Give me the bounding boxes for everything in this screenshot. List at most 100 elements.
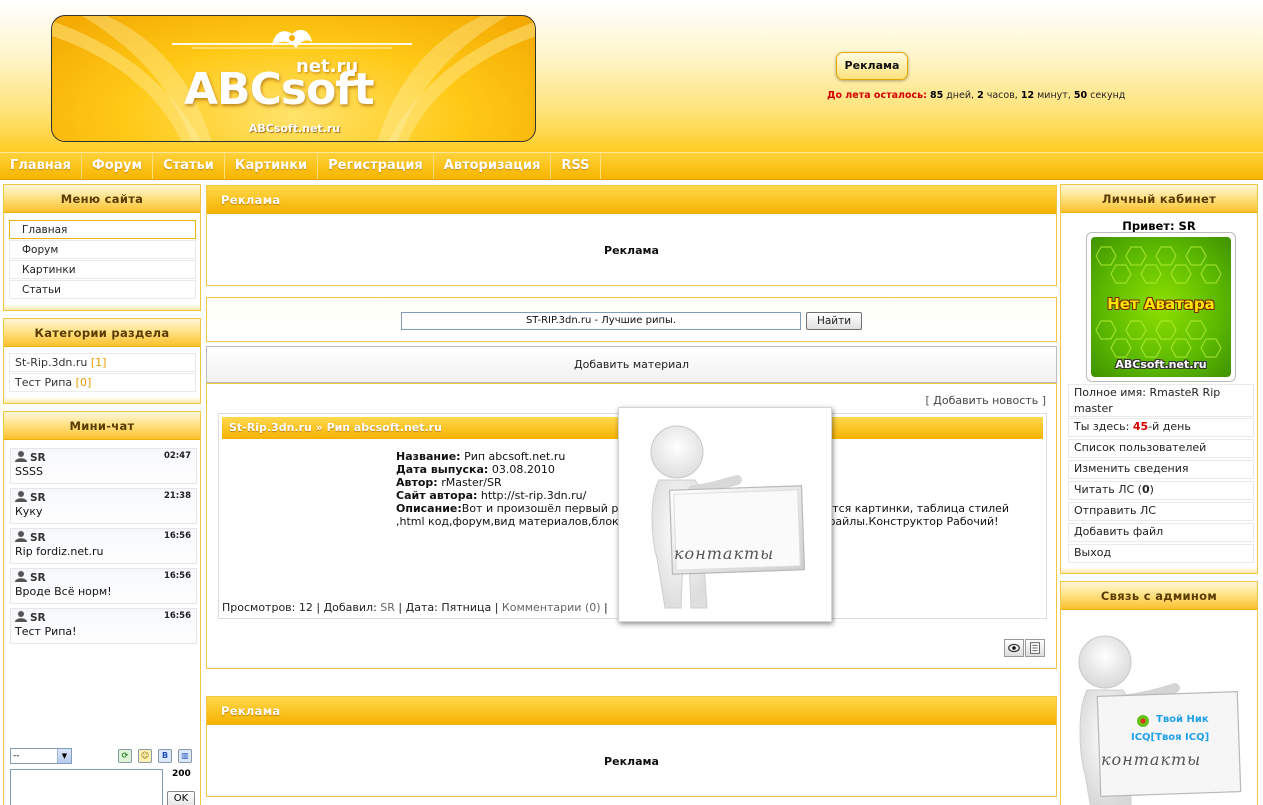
read-pm-label: Читать ЛС ( xyxy=(1074,483,1142,496)
category-count: [0] xyxy=(75,376,92,389)
add-news-label: Добавить новость xyxy=(933,394,1039,407)
entry-desc-line2-a: ,html код,форум,вид материалов,блок xyxy=(396,515,619,528)
chat-user[interactable]: SR xyxy=(15,491,46,504)
site-menu-item-forum[interactable]: Форум xyxy=(9,240,196,259)
categories-title: Категории раздела xyxy=(4,319,200,347)
cabinet-link-edit-profile[interactable]: Изменить сведения xyxy=(1068,460,1254,479)
cabinet-link-read-pm[interactable]: Читать ЛС (0) xyxy=(1068,481,1254,500)
views-label: Просмотров: xyxy=(222,601,296,614)
list-icon[interactable] xyxy=(1025,639,1045,657)
chat-message: SR 02:47 SSSS xyxy=(10,448,197,484)
chat-user[interactable]: SR xyxy=(15,531,46,544)
ad-top-title: Реклама xyxy=(207,186,1056,214)
read-pm-close: ) xyxy=(1149,483,1154,496)
entry-author-label: Автор: xyxy=(396,476,438,489)
popup-contacts-label: контакты xyxy=(674,544,775,563)
categories-list: St-Rip.3dn.ru [1] Тест Рипа [0] xyxy=(4,347,200,392)
chat-text: SSSS xyxy=(15,465,43,478)
entry-date-label: Дата выпуска: xyxy=(396,463,489,476)
nav-item-rss[interactable]: RSS xyxy=(551,153,601,179)
category-name: Тест Рипа xyxy=(15,376,73,389)
nav-item-forum[interactable]: Форум xyxy=(82,153,154,179)
search-input[interactable]: ST-RIP.3dn.ru - Лучшие рипы. xyxy=(401,312,801,330)
days-here-suffix: -й день xyxy=(1148,420,1191,433)
contact-admin-block: Связь с админом Твой Ник ICQ[Твоя ICQ] к… xyxy=(1060,581,1258,805)
site-menu-item-pictures[interactable]: Картинки xyxy=(9,260,196,279)
block-footer xyxy=(4,397,200,403)
user-icon xyxy=(15,451,27,462)
date2-value: Пятница xyxy=(441,601,492,614)
nav-item-home[interactable]: Главная xyxy=(0,153,82,179)
site-menu-item-home[interactable]: Главная xyxy=(9,220,196,239)
header-ad-button[interactable]: Реклама xyxy=(836,52,908,80)
site-menu-block: Меню сайта Главная Форум Картинки Статьи xyxy=(3,184,201,311)
entry-author-value: rMaster/SR xyxy=(441,476,502,489)
nav-item-articles[interactable]: Статьи xyxy=(153,153,225,179)
contacts-popup[interactable]: контакты xyxy=(618,407,832,622)
cabinet-days-here: Ты здесь: 45-й день xyxy=(1068,418,1254,437)
countdown-minutes-unit: минут, xyxy=(1037,90,1071,101)
site-menu-list: Главная Форум Картинки Статьи xyxy=(4,213,200,299)
chat-message-input[interactable] xyxy=(10,769,163,805)
avatar[interactable]: Нет Аватара ABCsoft.net.ru xyxy=(1086,232,1236,382)
entry-site-value[interactable]: http://st-rip.3dn.ru/ xyxy=(481,489,586,502)
views-value: 12 xyxy=(298,601,313,614)
refresh-icon[interactable]: ⟳ xyxy=(118,749,132,763)
cabinet-link-users[interactable]: Список пользователей xyxy=(1068,439,1254,458)
bold-icon[interactable]: B xyxy=(158,749,172,763)
chat-time: 16:56 xyxy=(163,611,191,621)
site-menu-item-articles[interactable]: Статьи xyxy=(9,280,196,299)
add-news-link[interactable]: [ Добавить новость ] xyxy=(925,394,1046,407)
countdown-minutes: 12 xyxy=(1020,90,1035,101)
personal-cabinet-block: Личный кабинет Привет: SR Нет Аватара AB… xyxy=(1060,184,1258,574)
category-item[interactable]: St-Rip.3dn.ru [1] xyxy=(9,353,196,372)
eye-icon[interactable] xyxy=(1004,639,1024,657)
chat-select-value: -- xyxy=(13,751,20,761)
comments-link[interactable]: Комментарии (0) xyxy=(502,601,601,614)
chat-text: Вроде Всё норм! xyxy=(15,585,112,598)
read-pm-count: 0 xyxy=(1141,483,1150,496)
smiley-icon[interactable]: ☺ xyxy=(138,749,152,763)
cabinet-link-send-pm[interactable]: Отправить ЛС xyxy=(1068,502,1254,521)
added-label: Добавил: xyxy=(323,601,377,614)
added-user-link[interactable]: SR xyxy=(380,601,395,614)
site-logo[interactable]: net.ru ABCsoft ABCsoft.net.ru xyxy=(51,15,536,142)
chat-smiley-select[interactable]: -- ▼ xyxy=(10,748,72,764)
block-footer xyxy=(4,304,200,310)
entry-desc-line1-a: Вот и произошёл первый р xyxy=(461,502,619,515)
add-material-button[interactable]: Добавить материал xyxy=(206,346,1057,383)
days-here-value: 45 xyxy=(1132,420,1149,433)
site-header: net.ru ABCsoft ABCsoft.net.ru Реклама До… xyxy=(0,0,1263,152)
chat-user[interactable]: SR xyxy=(15,611,46,624)
cabinet-link-add-file[interactable]: Добавить файл xyxy=(1068,523,1254,542)
logo-main-text: ABCsoft xyxy=(184,64,374,115)
categories-block: Категории раздела St-Rip.3dn.ru [1] Тест… xyxy=(3,318,201,404)
entry-name-value: Рип abcsoft.net.ru xyxy=(464,450,566,463)
full-name-label: Полное имя: xyxy=(1074,386,1146,399)
contact-admin-image[interactable] xyxy=(1065,614,1255,805)
entry-footer: Просмотров: 12 | Добавил: SR | Дата: Пят… xyxy=(222,601,608,614)
main-navigation: Главная Форум Статьи Картинки Регистраци… xyxy=(0,152,1263,180)
chat-user[interactable]: SR xyxy=(15,571,46,584)
countdown-label: До лета осталось: xyxy=(827,90,927,101)
logo-url-text: ABCsoft.net.ru xyxy=(248,122,341,135)
ad-bottom-title: Реклама xyxy=(207,697,1056,725)
chat-ok-button[interactable]: OK xyxy=(167,791,195,805)
chat-user[interactable]: SR xyxy=(15,451,46,464)
search-button[interactable]: Найти xyxy=(806,312,862,330)
cabinet-link-logout[interactable]: Выход xyxy=(1068,544,1254,563)
view-mode-toolbar xyxy=(1004,639,1045,657)
nav-item-login[interactable]: Авторизация xyxy=(434,153,552,179)
cabinet-full-name: Полное имя: RmasteR Rip master xyxy=(1068,384,1254,417)
entry-date-value: 03.08.2010 xyxy=(491,463,555,476)
contact-admin-nick: Твой Ник xyxy=(1156,714,1209,725)
site-menu-title: Меню сайта xyxy=(4,185,200,213)
ad-bottom-text: Реклама xyxy=(604,755,659,768)
contacts-figure-image xyxy=(650,425,806,609)
nav-item-pictures[interactable]: Картинки xyxy=(225,153,319,179)
category-item[interactable]: Тест Рипа [0] xyxy=(9,373,196,392)
nav-item-registration[interactable]: Регистрация xyxy=(318,153,434,179)
ad-block-bottom: Реклама Реклама xyxy=(206,696,1057,797)
chat-message: SR 16:56 Rip fordiz.net.ru xyxy=(10,528,197,564)
archive-icon[interactable]: ▥ xyxy=(178,749,192,763)
